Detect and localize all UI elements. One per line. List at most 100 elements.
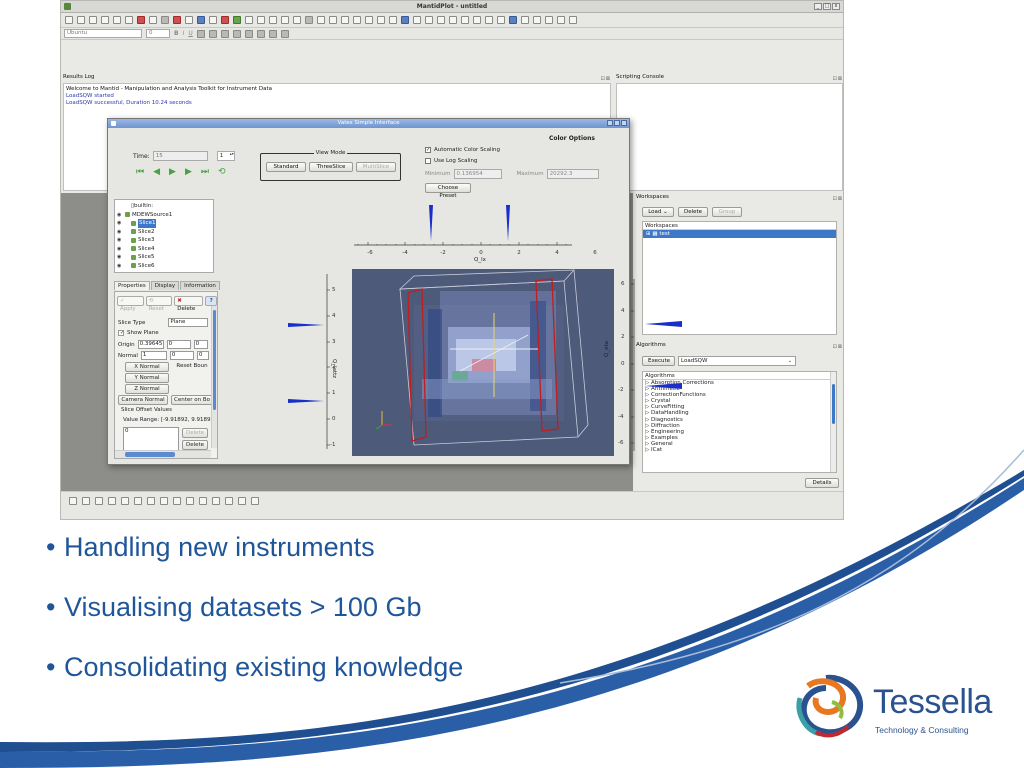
normal-y-field[interactable]: 0 [169, 351, 194, 360]
auto-color-scaling-checkbox[interactable]: ✓ Automatic Color Scaling [425, 147, 500, 153]
axes-icon[interactable] [377, 16, 385, 24]
pipeline-browser[interactable]: ▯ builtin: ◉ MDEWSource1 ◉ Slice1 ◉ Slice2 … [114, 199, 214, 273]
screen-reader-icon[interactable] [281, 16, 289, 24]
text-icon[interactable] [461, 16, 469, 24]
undo-icon[interactable] [185, 16, 193, 24]
view-icon[interactable] [134, 497, 142, 505]
rescale-icon[interactable] [437, 16, 445, 24]
loop-icon[interactable]: ⟲ [218, 167, 226, 177]
threeslice-view-button[interactable]: ThreeSlice [309, 162, 353, 172]
delete-offset-button[interactable]: Delete [182, 428, 208, 438]
eye-icon[interactable]: ◉ [117, 262, 125, 271]
table-view-icon[interactable] [197, 16, 205, 24]
font-combo[interactable]: Ubuntu [64, 29, 142, 38]
view-icon[interactable] [173, 497, 181, 505]
choose-preset-button[interactable]: Choose Preset [425, 183, 471, 199]
new-project-icon[interactable] [65, 16, 73, 24]
eye-icon[interactable]: ◉ [117, 253, 125, 262]
maximum-field[interactable]: 20292.3 [546, 169, 599, 179]
pipeline-slice[interactable]: ◉ Slice3 [117, 236, 213, 245]
multislice-view-button[interactable]: MultiSlice [356, 162, 396, 172]
previous-frame-icon[interactable]: ◀ [153, 167, 160, 177]
properties-scrollbar[interactable] [211, 306, 217, 448]
algorithm-combo[interactable]: LoadSQW ⌄ [678, 356, 796, 366]
contour-icon[interactable] [545, 16, 553, 24]
tab-information[interactable]: Information [180, 281, 220, 290]
fit-icon[interactable] [221, 16, 229, 24]
plot-icon[interactable] [209, 16, 217, 24]
reset-button[interactable]: ⟲ Reset [145, 296, 173, 312]
add-arrow-icon[interactable] [329, 16, 337, 24]
panel-float-close-icons[interactable]: ⊡⊠ [833, 343, 843, 352]
eye-icon[interactable]: ◉ [117, 211, 125, 220]
close-button[interactable]: x [832, 3, 840, 10]
standard-view-button[interactable]: Standard [266, 162, 306, 172]
points-icon[interactable] [569, 16, 577, 24]
add-image-icon[interactable] [353, 16, 361, 24]
view-icon[interactable] [251, 497, 259, 505]
zoom-out-icon[interactable] [425, 16, 433, 24]
pipeline-slice[interactable]: ◉ Slice4 [117, 245, 213, 254]
font-size-spin[interactable]: 0 [146, 29, 170, 38]
tab-display[interactable]: Display [150, 281, 180, 290]
view-icon[interactable] [82, 497, 90, 505]
pipeline-source[interactable]: ◉ MDEWSource1 [117, 211, 213, 220]
slice-type-combo[interactable]: Plane [168, 318, 209, 327]
time-field[interactable]: 15 [152, 151, 208, 161]
superscript-icon[interactable] [196, 29, 205, 38]
group-button[interactable]: Group [712, 207, 742, 217]
line-icon[interactable] [485, 16, 493, 24]
load-data-icon[interactable] [149, 16, 157, 24]
load-button[interactable]: Load ⌄ [642, 207, 674, 217]
greek-icon[interactable] [220, 29, 229, 38]
minimum-field[interactable]: 0.136954 [453, 169, 502, 179]
play-icon[interactable]: ▶ [169, 167, 176, 177]
surface-icon[interactable] [497, 16, 505, 24]
top-slice-axis[interactable] [288, 205, 580, 269]
legend-icon[interactable] [365, 16, 373, 24]
wireframe-icon[interactable] [521, 16, 529, 24]
pipeline-slice[interactable]: ◉ Slice1 [117, 219, 213, 228]
vates-close-button[interactable] [621, 120, 627, 126]
last-frame-icon[interactable]: ⏭ [201, 167, 209, 177]
vates-minimize-button[interactable] [607, 120, 613, 126]
view-icon[interactable] [95, 497, 103, 505]
origin-z-field[interactable]: 0 [193, 340, 208, 349]
pipeline-slice[interactable]: ◉ Slice2 [117, 228, 213, 237]
help-button[interactable]: ? [205, 296, 217, 306]
magnify-icon[interactable] [401, 16, 409, 24]
pipeline-slice[interactable]: ◉ Slice5 [117, 253, 213, 262]
first-frame-icon[interactable]: ⏮ [136, 167, 144, 177]
apply-button[interactable]: ✓ Apply [117, 296, 144, 312]
plot3d-icon[interactable] [509, 16, 517, 24]
new-table-icon[interactable] [101, 16, 109, 24]
print-icon[interactable] [161, 16, 169, 24]
details-button[interactable]: Details [805, 478, 839, 488]
origin-y-field[interactable]: 0 [166, 340, 191, 349]
zoom-in-icon[interactable] [413, 16, 421, 24]
workspace-item[interactable]: ⊞ ▦ test [643, 230, 836, 238]
add-line-icon[interactable] [341, 16, 349, 24]
new-matrix-icon[interactable] [113, 16, 121, 24]
view-icon[interactable] [69, 497, 77, 505]
slice-offset-list[interactable]: 0 [123, 427, 179, 451]
show-plane-checkbox[interactable]: ✓ Show Plane [118, 330, 159, 336]
remove-points-icon[interactable] [305, 16, 313, 24]
vates-maximize-button[interactable] [614, 120, 620, 126]
row-icon[interactable] [280, 29, 289, 38]
algorithm-scrollbar[interactable] [830, 372, 836, 472]
zoom-icon[interactable] [245, 16, 253, 24]
view-icon[interactable] [121, 497, 129, 505]
eye-icon[interactable]: ◉ [117, 219, 125, 228]
column-icon[interactable] [268, 29, 277, 38]
minimize-button[interactable]: _ [814, 3, 822, 10]
pipeline-root[interactable]: ▯ builtin: [117, 202, 213, 211]
export-icon[interactable] [173, 16, 181, 24]
y-normal-button[interactable]: Y Normal [125, 373, 169, 383]
log-scaling-checkbox[interactable]: Use Log Scaling [425, 158, 478, 164]
table-remove-icon[interactable] [256, 29, 265, 38]
view-icon[interactable] [199, 497, 207, 505]
arrow-icon[interactable] [473, 16, 481, 24]
scripting-console-editor[interactable] [616, 83, 843, 191]
view-icon[interactable] [186, 497, 194, 505]
